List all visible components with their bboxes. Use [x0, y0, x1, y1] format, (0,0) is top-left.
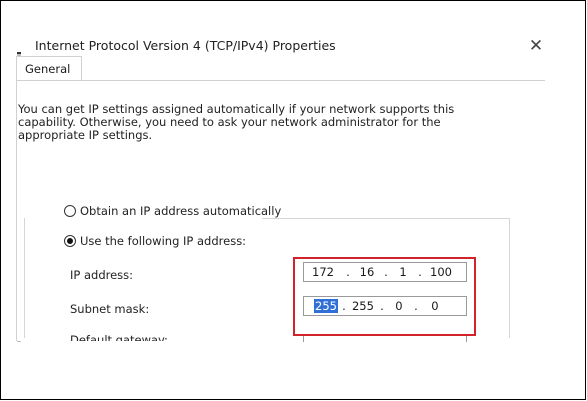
- close-icon[interactable]: ✕: [519, 33, 553, 59]
- radio-obtain-automatically[interactable]: [64, 205, 76, 217]
- radio-use-following[interactable]: [64, 235, 76, 247]
- obtain-automatically-option[interactable]: Obtain an IP address automatically: [64, 204, 281, 218]
- subnet-mask-label: Subnet mask:: [70, 302, 150, 316]
- red-highlight-box: [293, 257, 476, 336]
- default-gateway-label: Default gateway:: [70, 335, 168, 341]
- use-following-option[interactable]: Use the following IP address:: [64, 234, 251, 248]
- default-gateway-input[interactable]: [303, 335, 467, 342]
- ip-address-label: IP address:: [70, 268, 134, 282]
- intro-text: You can get IP settings assigned automat…: [18, 102, 455, 142]
- tab-general[interactable]: General: [16, 56, 82, 80]
- group-border: [509, 218, 510, 338]
- dialog-title: Internet Protocol Version 4 (TCP/IPv4) P…: [35, 38, 336, 53]
- use-following-label: Use the following IP address:: [80, 234, 247, 248]
- obtain-automatically-label: Obtain an IP address automatically: [80, 204, 282, 218]
- group-border: [24, 218, 25, 338]
- group-border: [262, 218, 510, 219]
